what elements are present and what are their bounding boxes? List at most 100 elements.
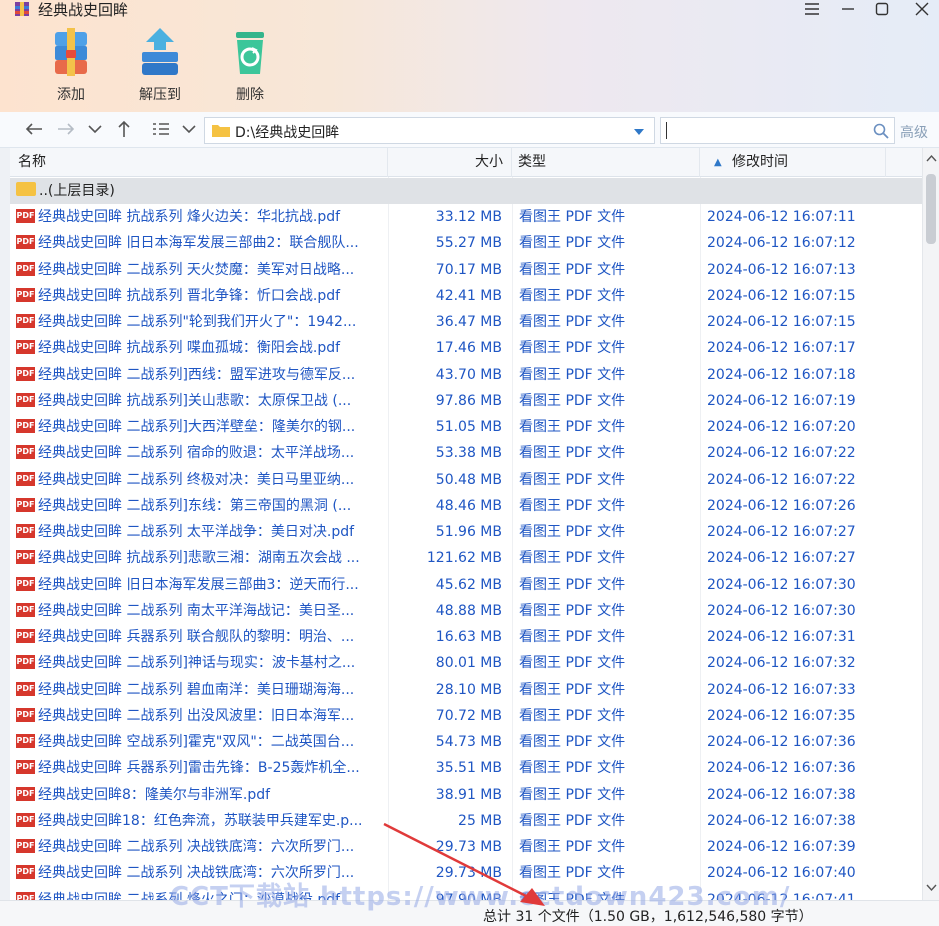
back-arrow-icon[interactable] <box>23 118 45 140</box>
pdf-file-icon: PDF <box>16 655 35 670</box>
file-size: 38.91 MB <box>435 786 502 803</box>
file-name-cell: PDF 经典战史回眸 兵器系列 联合舰队的黎明：明治、... <box>16 624 390 650</box>
file-type: 看图王 PDF 文件 <box>519 707 626 724</box>
column-type[interactable]: 类型 <box>512 148 700 177</box>
file-modified: 2024-06-12 16:07:20 <box>707 419 856 435</box>
file-row[interactable]: PDF 经典战史回眸 抗战系列 晋北争锋：忻口会战.pdf 42.41 MB 看图王 … <box>10 283 922 309</box>
delete-label: 删除 <box>236 87 264 103</box>
parent-directory-row[interactable]: ..(上层目录) <box>10 178 922 204</box>
file-size: 70.72 MB <box>435 707 502 724</box>
file-name: 经典战史回眸 二战系列"轮到我们开火了"：1942... <box>38 314 357 330</box>
column-modified-label: 修改时间 <box>732 154 788 170</box>
file-name-cell: PDF 经典战史回眸 兵器系列]雷击先锋：B-25轰炸机全... <box>16 755 390 781</box>
file-row[interactable]: PDF 经典战史回眸 抗战系列]关山悲歌：太原保卫战 (... 97.86 MB 看图… <box>10 388 922 414</box>
pdf-file-icon: PDF <box>16 419 35 433</box>
forward-arrow-icon[interactable] <box>55 118 77 140</box>
file-row[interactable]: PDF 经典战史回眸 二战系列 天火焚魔：美军对日战略... 70.17 MB 看图王… <box>10 257 922 283</box>
pdf-file-icon: PDF <box>16 261 35 276</box>
file-row[interactable]: PDF 经典战史回眸 旧日本海军发展三部曲3：逆天而行... 45.62 MB 看图王… <box>10 572 922 598</box>
file-name-cell: PDF 经典战史回眸 二战系列 太平洋战争：美日对决.pdf <box>16 519 390 545</box>
column-modified[interactable]: ▲ 修改时间 <box>700 148 886 177</box>
file-row[interactable]: PDF 经典战史回眸8：隆美尔与非洲军.pdf 38.91 MB 看图王 PDF 文件… <box>10 782 922 808</box>
minimize-icon[interactable] <box>836 0 860 20</box>
pdf-file-icon: PDF <box>16 497 35 512</box>
view-mode-icon[interactable] <box>150 118 172 140</box>
file-row[interactable]: PDF 经典战史回眸 二战系列]大西洋壁垒：隆美尔的钢... 51.05 MB 看图王… <box>10 414 922 440</box>
file-row[interactable]: PDF 经典战史回眸 抗战系列 烽火边关：华北抗战.pdf 33.12 MB 看图王 … <box>10 204 922 230</box>
add-button[interactable]: 添加 <box>34 24 108 106</box>
scroll-up-icon[interactable] <box>926 154 937 162</box>
file-row[interactable]: PDF 经典战史回眸 二战系列]西线：盟军进攻与德军反... 43.70 MB 看图王… <box>10 362 922 388</box>
file-row[interactable]: PDF 经典战史回眸 二战系列 出没风波里：旧日本海军... 70.72 MB 看图王… <box>10 703 922 729</box>
search-input[interactable] <box>660 117 895 144</box>
column-name[interactable]: 名称 <box>10 148 388 177</box>
file-name: 经典战史回眸 抗战系列 晋北争锋：忻口会战.pdf <box>38 287 341 304</box>
file-row[interactable]: PDF 经典战史回眸 二战系列 碧血南洋：美日珊瑚海海... 28.10 MB 看图王… <box>10 677 922 703</box>
file-name-cell: PDF 经典战史回眸 二战系列 出没风波里：旧日本海军... <box>16 703 390 729</box>
file-modified: 2024-06-12 16:07:30 <box>707 576 856 593</box>
file-row[interactable]: PDF 经典战史回眸 抗战系列 喋血孤城：衡阳会战.pdf 17.46 MB 看图王 … <box>10 335 922 361</box>
close-icon[interactable] <box>910 0 934 20</box>
pdf-file-icon: PDF <box>16 760 35 775</box>
pdf-file-icon: PDF <box>16 471 35 486</box>
file-modified: 2024-06-12 16:07:19 <box>707 392 856 409</box>
file-row[interactable]: PDF 经典战史回眸 二战系列"轮到我们开火了"：1942... 36.47 MB 看… <box>10 309 922 335</box>
search-icon[interactable] <box>873 123 889 139</box>
extract-label: 解压到 <box>139 87 181 103</box>
file-row[interactable]: PDF 经典战史回眸 二战系列]神话与现实：波卡基村之... 80.01 MB 看图王… <box>10 650 922 676</box>
pdf-file-icon: PDF <box>16 314 35 328</box>
up-arrow-icon[interactable] <box>113 118 135 140</box>
add-archive-icon <box>55 28 87 76</box>
file-size: 16.63 MB <box>435 629 502 645</box>
file-type: 看图王 PDF 文件 <box>519 681 626 698</box>
file-row[interactable]: PDF 经典战史回眸 抗战系列]悲歌三湘：湖南五次会战 ... 121.62 MB 看… <box>10 545 922 571</box>
title-bar: 经典战史回眸 添加 解压到 删除 <box>0 0 939 112</box>
file-type: 看图王 PDF 文件 <box>519 392 626 409</box>
file-row[interactable]: PDF 经典战史回眸 二战系列]东线：第三帝国的黑洞 (... 48.46 MB 看图… <box>10 493 922 519</box>
file-name-cell: PDF 经典战史回眸8：隆美尔与非洲军.pdf <box>16 782 390 808</box>
path-dropdown-icon[interactable] <box>633 128 645 136</box>
extract-button[interactable]: 解压到 <box>123 24 197 106</box>
file-name-cell: PDF 经典战史回眸 二战系列 南太平洋海战记：美日圣... <box>16 598 390 624</box>
advanced-search-link[interactable]: 高级 <box>900 122 928 142</box>
vertical-scrollbar[interactable] <box>922 148 939 900</box>
file-modified: 2024-06-12 16:07:30 <box>707 602 856 619</box>
menu-icon[interactable] <box>800 0 824 20</box>
file-row[interactable]: PDF 经典战史回眸 空战系列]霍克"双风"：二战英国台... 54.73 MB 看图… <box>10 729 922 755</box>
file-row[interactable]: PDF 经典战史回眸 二战系列 宿命的败退：太平洋战场... 53.38 MB 看图王… <box>10 440 922 466</box>
file-row[interactable]: PDF 经典战史回眸 旧日本海军发展三部曲2：联合舰队... 55.27 MB 看图王… <box>10 230 922 256</box>
file-name: 经典战史回眸 二战系列]东线：第三帝国的黑洞 (... <box>38 497 352 514</box>
history-chevron-down-icon[interactable] <box>84 118 106 140</box>
file-name: 经典战史回眸18：红色奔流，苏联装甲兵建军史.p... <box>38 812 363 829</box>
scrollbar-thumb[interactable] <box>926 174 936 244</box>
file-row[interactable]: PDF 经典战史回眸 二战系列 南太平洋海战记：美日圣... 48.88 MB 看图王… <box>10 598 922 624</box>
file-name: 经典战史回眸 旧日本海军发展三部曲2：联合舰队... <box>38 235 359 252</box>
file-name-cell: PDF 经典战史回眸 抗战系列 喋血孤城：衡阳会战.pdf <box>16 335 390 361</box>
file-row[interactable]: PDF 经典战史回眸 二战系列 终极对决：美日马里亚纳... 50.48 MB 看图王… <box>10 467 922 493</box>
column-size[interactable]: 大小 <box>388 148 512 177</box>
file-modified: 2024-06-12 16:07:39 <box>707 839 856 855</box>
file-size: 33.12 MB <box>435 209 502 225</box>
file-row[interactable]: PDF 经典战史回眸 二战系列 太平洋战争：美日对决.pdf 51.96 MB 看图王… <box>10 519 922 545</box>
file-row[interactable]: PDF 经典战史回眸 兵器系列]雷击先锋：B-25轰炸机全... 35.51 MB 看… <box>10 755 922 781</box>
file-size: 43.70 MB <box>435 366 502 383</box>
file-size: 50.48 MB <box>435 471 502 488</box>
file-name: 经典战史回眸 二战系列 碧血南洋：美日珊瑚海海... <box>38 681 355 698</box>
scroll-down-icon[interactable] <box>926 884 937 892</box>
file-type: 看图王 PDF 文件 <box>519 287 626 304</box>
pdf-file-icon: PDF <box>16 891 35 900</box>
file-name-cell: PDF 经典战史回眸 二战系列]西线：盟军进攻与德军反... <box>16 362 390 388</box>
maximize-icon[interactable] <box>870 0 894 20</box>
file-name-cell: PDF 经典战史回眸 空战系列]霍克"双风"：二战英国台... <box>16 729 390 755</box>
view-chevron-down-icon[interactable] <box>178 118 200 140</box>
pdf-file-icon: PDF <box>16 524 35 538</box>
file-name-cell: PDF 经典战史回眸 抗战系列]关山悲歌：太原保卫战 (... <box>16 388 390 414</box>
file-name: 经典战史回眸 二战系列 出没风波里：旧日本海军... <box>38 707 355 724</box>
file-name: 经典战史回眸 二战系列 宿命的败退：太平洋战场... <box>38 445 355 462</box>
delete-button[interactable]: 删除 <box>213 24 287 106</box>
file-row[interactable]: PDF 经典战史回眸 兵器系列 联合舰队的黎明：明治、... 16.63 MB 看图王… <box>10 624 922 650</box>
file-size: 35.51 MB <box>435 760 502 777</box>
pdf-file-icon: PDF <box>16 602 35 617</box>
path-field[interactable]: D:\经典战史回眸 <box>204 117 655 144</box>
file-list: 名称 大小 类型 ▲ 修改时间 ..(上层目录) PDF 经典战史回眸 抗战系列 … <box>10 148 922 900</box>
